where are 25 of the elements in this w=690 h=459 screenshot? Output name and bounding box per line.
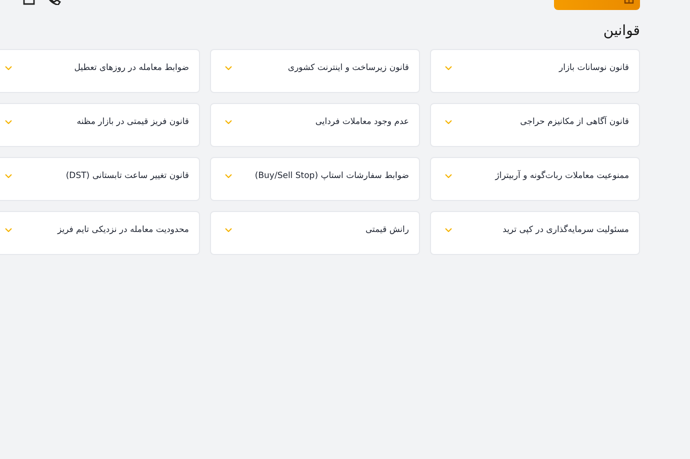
rule-accordion[interactable]: قانون زیرساخت و اینترنت کشوری xyxy=(210,49,420,93)
rule-accordion[interactable]: رانش قیمتی xyxy=(210,211,420,255)
rule-accordion[interactable]: قانون تغییر ساعت تابستانی (DST) xyxy=(0,157,200,201)
chevron-icon xyxy=(225,66,232,70)
chevron-icon xyxy=(445,66,452,70)
rule-accordion[interactable]: ضوابط معامله در روزهای تعطیل xyxy=(0,49,200,93)
chevron-icon xyxy=(225,120,232,124)
rule-accordion[interactable]: ممنوعیت معاملات ربات‌گونه و آربیتراژ xyxy=(430,157,640,201)
chevron-icon xyxy=(225,228,232,232)
chevron-icon xyxy=(225,174,232,178)
chevron-icon xyxy=(445,120,452,124)
chevron-icon xyxy=(5,66,12,70)
rule-accordion[interactable]: قانون آگاهی از مکانیزم حراجی xyxy=(430,103,640,147)
page-title: قوانین xyxy=(603,23,640,39)
chevron-icon xyxy=(5,228,12,232)
chevron-icon xyxy=(5,120,12,124)
rule-accordion[interactable]: قانون نوسانات بازار xyxy=(430,49,640,93)
rule-accordion[interactable]: عدم وجود معاملات فردایی xyxy=(210,103,420,147)
chevron-icon xyxy=(5,174,12,178)
rule-accordion[interactable]: محدودیت معامله در نزدیکی تایم فریز xyxy=(0,211,200,255)
chevron-icon xyxy=(445,228,452,232)
chevron-icon xyxy=(445,174,452,178)
rule-accordion[interactable]: ضوابط سفارشات استاپ (Buy/Sell Stop) xyxy=(210,157,420,201)
rule-accordion[interactable]: قانون فریز قیمتی در بازار مظنه xyxy=(0,103,200,147)
rule-accordion[interactable]: مسئولیت سرمایه‌گذاری در کپی ترید xyxy=(430,211,640,255)
